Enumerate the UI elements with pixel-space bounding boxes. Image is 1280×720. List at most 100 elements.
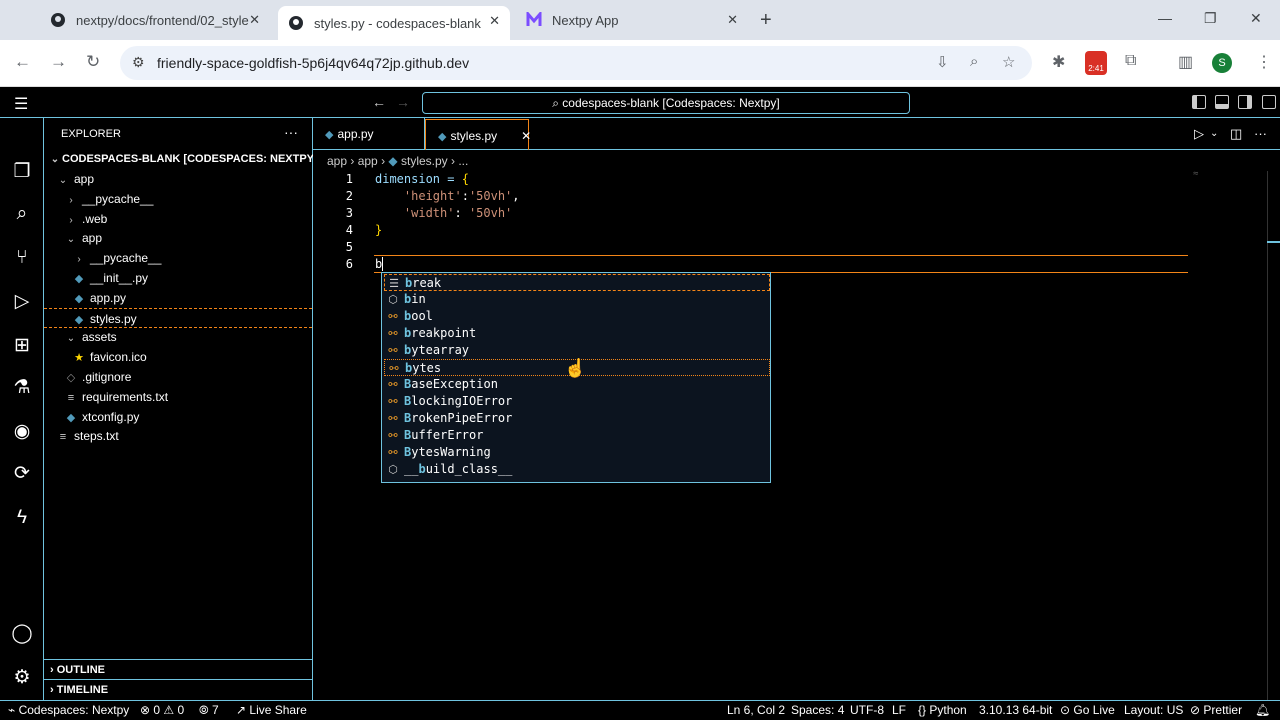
run-debug-icon[interactable]: ▷: [10, 290, 34, 314]
language-mode[interactable]: {} Python: [918, 701, 967, 720]
profile-avatar[interactable]: S: [1212, 53, 1232, 73]
more-actions-icon[interactable]: ···: [284, 124, 298, 140]
accounts-icon[interactable]: ◯: [10, 622, 34, 646]
address-bar[interactable]: ⚙ friendly-space-goldfish-5p6j4qv64q72jp…: [120, 46, 1032, 80]
run-python-icon[interactable]: ▷: [1194, 126, 1204, 142]
breadcrumb-item[interactable]: styles.py: [401, 154, 448, 168]
customize-layout-icon[interactable]: [1262, 95, 1276, 109]
breadcrumb-item[interactable]: app: [358, 154, 378, 168]
tree-item[interactable]: ◆ app.py: [44, 288, 312, 308]
install-app-icon[interactable]: ⇩: [936, 53, 949, 71]
remote-indicator[interactable]: ⌁ Codespaces: Nextpy: [8, 701, 129, 720]
tree-item[interactable]: ◇ .gitignore: [44, 367, 312, 387]
zoom-icon[interactable]: ⌕: [970, 53, 978, 70]
browser-tab-styles[interactable]: styles.py - codespaces-blank [C ✕: [278, 6, 510, 40]
toggle-secondary-sidebar-icon[interactable]: [1238, 95, 1252, 109]
extension-bug-icon[interactable]: ✱: [1052, 52, 1065, 72]
suggestion-item[interactable]: ⬡ bin: [384, 291, 770, 308]
forward-icon[interactable]: →: [50, 52, 67, 72]
extension-timer-badge[interactable]: 2:41: [1085, 51, 1107, 75]
testing-flask-icon[interactable]: ⚗: [10, 376, 34, 400]
code-line[interactable]: }: [375, 222, 520, 239]
chevron-down-icon[interactable]: ⌄: [1210, 128, 1218, 139]
tree-item[interactable]: ◆ styles.py: [44, 307, 312, 328]
hamburger-menu-icon[interactable]: ☰: [14, 94, 28, 114]
tree-item[interactable]: › .web: [44, 209, 312, 229]
more-actions-icon[interactable]: ···: [1254, 126, 1267, 141]
tree-item[interactable]: ★ favicon.ico: [44, 347, 312, 367]
source-control-icon[interactable]: ⑂: [10, 246, 34, 270]
suggestion-item[interactable]: ⚯ BufferError: [384, 427, 770, 444]
code-line[interactable]: 'width': '50vh': [375, 205, 520, 222]
new-tab-icon[interactable]: +: [760, 9, 772, 32]
cursor-position[interactable]: Ln 6, Col 2: [727, 701, 785, 720]
editor-scrollbar[interactable]: [1267, 171, 1280, 700]
editor-tab-app-py[interactable]: ◆ app.py: [313, 118, 425, 150]
suggestion-item[interactable]: ⚯ BlockingIOError: [384, 393, 770, 410]
manage-gear-icon[interactable]: ⚙: [10, 666, 34, 690]
command-center[interactable]: ⌕ codespaces-blank [Codespaces: Nextpy]: [422, 92, 910, 114]
prettier-status[interactable]: ⊘ Prettier: [1190, 701, 1242, 720]
lightning-icon[interactable]: ϟ: [10, 506, 34, 530]
indentation[interactable]: Spaces: 4: [791, 701, 844, 720]
suggestion-item[interactable]: ⬡ __build_class__: [384, 461, 770, 478]
side-panel-icon[interactable]: ▥: [1178, 52, 1193, 72]
tree-item[interactable]: ≡ steps.txt: [44, 426, 312, 446]
suggestion-item[interactable]: ⚯ BytesWarning: [384, 444, 770, 461]
browser-menu-icon[interactable]: ⋮: [1256, 52, 1272, 72]
tree-item[interactable]: ≡ requirements.txt: [44, 387, 312, 407]
live-share-button[interactable]: ↗ Live Share: [236, 701, 307, 720]
toggle-panel-icon[interactable]: [1215, 95, 1229, 109]
code-line[interactable]: dimension = {: [375, 171, 520, 188]
close-icon[interactable]: ✕: [489, 13, 500, 29]
editor-tab-styles-py[interactable]: ◆ styles.py ✕: [425, 119, 531, 150]
split-editor-icon[interactable]: ◫: [1230, 126, 1242, 142]
python-interpreter[interactable]: 3.10.13 64-bit: [979, 701, 1052, 720]
toggle-primary-sidebar-icon[interactable]: [1192, 95, 1206, 109]
tree-item[interactable]: ⌄ app: [44, 169, 312, 189]
problems-indicator[interactable]: ⊗ 0 ⚠ 0: [140, 701, 184, 720]
browser-tab-docs[interactable]: nextpy/docs/frontend/02_style ✕: [40, 0, 270, 40]
suggestion-item[interactable]: ☰ break: [384, 274, 770, 291]
timeline-section[interactable]: › TIMELINE: [44, 679, 312, 699]
code-line[interactable]: [375, 239, 520, 256]
window-close-icon[interactable]: ✕: [1250, 10, 1262, 27]
end-of-line[interactable]: LF: [892, 701, 906, 720]
tree-item[interactable]: ⌄ app: [44, 228, 312, 248]
nav-back-icon[interactable]: ←: [372, 94, 386, 110]
outline-section[interactable]: › OUTLINE: [44, 659, 312, 679]
bookmark-star-icon[interactable]: ☆: [1002, 53, 1015, 71]
minimize-icon[interactable]: —: [1158, 10, 1172, 26]
remote-explorer-icon[interactable]: ⟳: [10, 462, 34, 486]
keyboard-layout[interactable]: Layout: US: [1124, 701, 1183, 720]
close-icon[interactable]: ✕: [727, 12, 738, 28]
tree-item[interactable]: › __pycache__: [44, 248, 312, 268]
ports-indicator[interactable]: ⦾ 7: [199, 701, 219, 720]
suggestion-item[interactable]: ⚯ bytearray: [384, 342, 770, 359]
breadcrumb-item[interactable]: app: [327, 154, 347, 168]
notifications-bell-icon[interactable]: 🔔︎: [1255, 701, 1270, 720]
breadcrumb-item[interactable]: ...: [458, 154, 468, 168]
suggestion-item[interactable]: ⚯ bool: [384, 308, 770, 325]
code-line[interactable]: 'height':'50vh',: [375, 188, 520, 205]
close-icon[interactable]: ✕: [521, 129, 531, 143]
extensions-puzzle-icon[interactable]: ⧉: [1125, 52, 1136, 70]
back-icon[interactable]: ←: [14, 52, 31, 72]
go-live-button[interactable]: ⊙ Go Live: [1060, 701, 1115, 720]
restore-icon[interactable]: ❐: [1204, 10, 1217, 27]
tree-item[interactable]: ⌄ assets: [44, 327, 312, 347]
workspace-root[interactable]: ⌄ CODESPACES-BLANK [CODESPACES: NEXTPY ]: [44, 149, 321, 169]
reload-icon[interactable]: ↻: [86, 52, 100, 72]
explorer-files-icon[interactable]: ❐: [10, 160, 34, 184]
close-icon[interactable]: ✕: [249, 12, 260, 28]
browser-tab-nextpy[interactable]: Nextpy App ✕: [516, 0, 748, 40]
minimap[interactable]: ≈: [1193, 169, 1198, 179]
extensions-icon[interactable]: ⊞: [10, 334, 34, 358]
encoding[interactable]: UTF-8: [850, 701, 884, 720]
suggestion-item[interactable]: ⚯ breakpoint: [384, 325, 770, 342]
tree-item[interactable]: ◆ __init__.py: [44, 268, 312, 288]
tree-item[interactable]: ◆ xtconfig.py: [44, 407, 312, 427]
search-icon[interactable]: ⌕: [10, 202, 34, 226]
site-info-icon[interactable]: ⚙: [132, 54, 145, 71]
suggestion-item[interactable]: ⚯ BrokenPipeError: [384, 410, 770, 427]
